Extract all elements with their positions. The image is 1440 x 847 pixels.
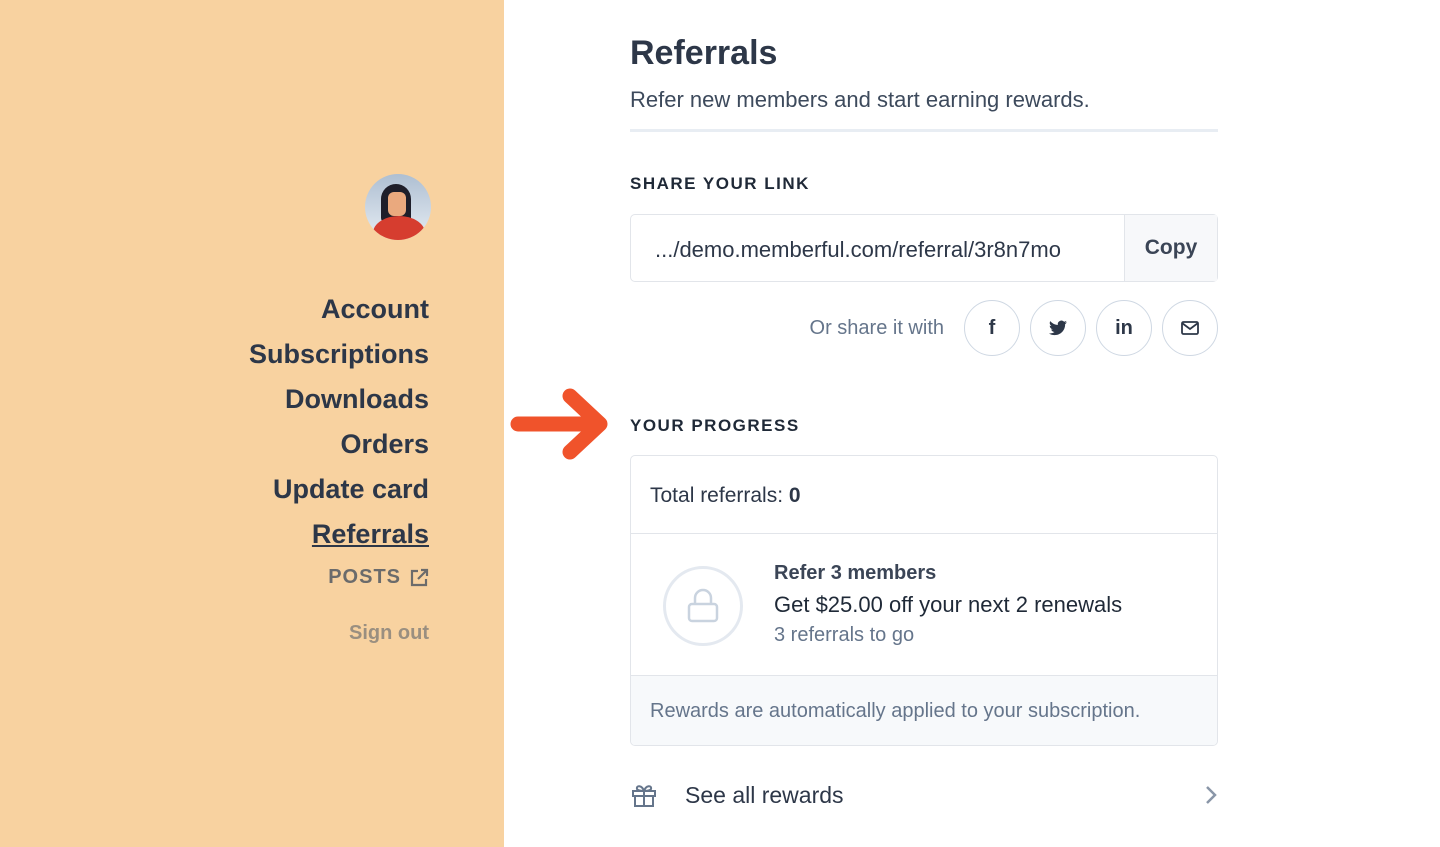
referral-url-input[interactable]: .../demo.memberful.com/referral/3r8n7mo <box>631 215 1124 281</box>
total-referrals: Total referrals: 0 <box>631 456 1217 534</box>
see-all-rewards-link[interactable]: See all rewards <box>630 778 1218 812</box>
sidebar: Account Subscriptions Downloads Orders U… <box>0 0 504 847</box>
twitter-icon[interactable] <box>1030 300 1086 356</box>
avatar[interactable] <box>365 174 431 240</box>
see-all-rewards-label: See all rewards <box>685 781 844 808</box>
sidebar-item-update-card[interactable]: Update card <box>249 470 429 515</box>
total-referrals-label: Total referrals: <box>650 484 789 507</box>
sidebar-item-account[interactable]: Account <box>249 290 429 335</box>
sidebar-item-subscriptions[interactable]: Subscriptions <box>249 335 429 380</box>
sidebar-item-referrals[interactable]: Referrals <box>249 515 429 560</box>
share-row: Or share it with f in <box>810 300 1218 356</box>
sidebar-nav: Account Subscriptions Downloads Orders U… <box>249 290 429 560</box>
divider <box>630 129 1218 132</box>
share-link-heading: SHARE YOUR LINK <box>630 174 810 193</box>
reward-description: Get $25.00 off your next 2 renewals <box>774 592 1123 617</box>
page-subtitle: Refer new members and start earning rewa… <box>630 87 1090 112</box>
linkedin-icon[interactable]: in <box>1096 300 1152 356</box>
page-title: Referrals <box>630 34 778 72</box>
progress-heading: YOUR PROGRESS <box>630 416 800 435</box>
posts-link[interactable]: POSTS <box>328 566 429 589</box>
reward-remaining: 3 referrals to go <box>774 624 915 646</box>
posts-label: POSTS <box>328 566 401 588</box>
progress-card: Total referrals: 0 Refer 3 members Get $… <box>630 455 1218 746</box>
referral-link-field: .../demo.memberful.com/referral/3r8n7mo … <box>630 214 1218 282</box>
arrow-icon <box>510 388 608 460</box>
lock-icon <box>663 566 743 646</box>
facebook-icon[interactable]: f <box>964 300 1020 356</box>
copy-button[interactable]: Copy <box>1124 215 1217 281</box>
sidebar-item-orders[interactable]: Orders <box>249 425 429 470</box>
total-referrals-value: 0 <box>788 484 801 507</box>
email-icon[interactable] <box>1162 300 1218 356</box>
gift-icon <box>632 785 656 807</box>
sign-out-link[interactable]: Sign out <box>349 622 429 645</box>
reward-item: Refer 3 members Get $25.00 off your next… <box>631 534 1217 676</box>
external-link-icon <box>410 568 429 586</box>
sidebar-item-downloads[interactable]: Downloads <box>249 380 429 425</box>
chevron-right-icon <box>1206 786 1217 804</box>
reward-title: Refer 3 members <box>774 562 937 584</box>
share-with-label: Or share it with <box>809 316 944 339</box>
rewards-note: Rewards are automatically applied to you… <box>631 676 1217 745</box>
